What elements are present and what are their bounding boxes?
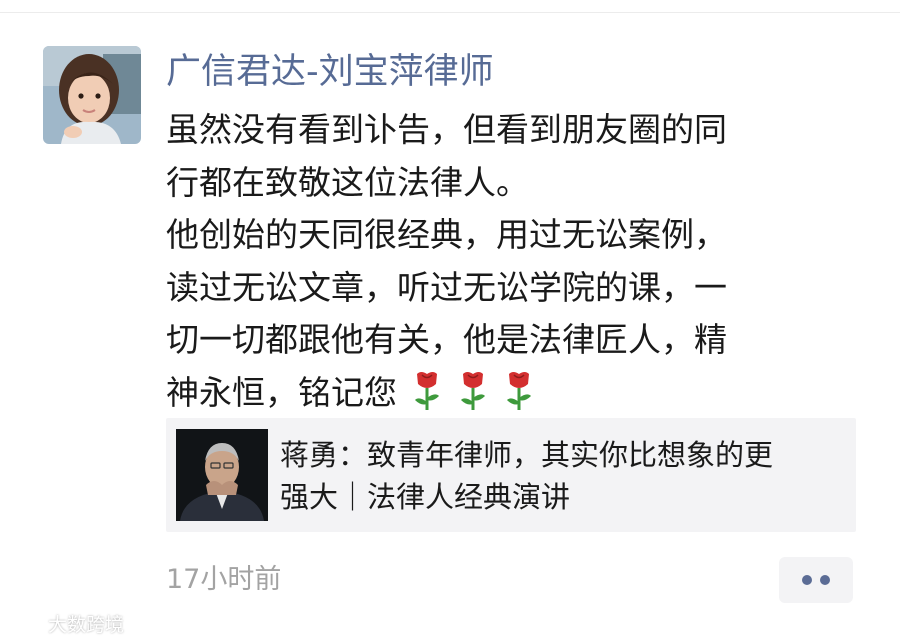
- shared-link-title-line: 强大｜法律人经典演讲: [280, 480, 571, 514]
- author-name[interactable]: 广信君达-刘宝萍律师: [166, 46, 494, 98]
- shared-link-title: 蒋勇：致青年律师，其实你比想象的更 强大｜法律人经典演讲: [280, 434, 850, 518]
- post-time: 17小时前: [166, 564, 282, 595]
- shared-link-title-line: 蒋勇：致青年律师，其实你比想象的更: [280, 438, 774, 472]
- shared-link-thumbnail: [176, 429, 268, 521]
- top-divider: [0, 12, 900, 13]
- post-line: 他创始的天同很经典，用过无讼案例，: [166, 215, 727, 254]
- shared-link-card[interactable]: 蒋勇：致青年律师，其实你比想象的更 强大｜法律人经典演讲: [166, 418, 856, 532]
- post-line: 神永恒，铭记您: [166, 372, 397, 412]
- watermark-text: 大数跨境: [48, 614, 125, 636]
- avatar-image: [43, 46, 141, 144]
- post-line: 读过无讼文章，听过无讼学院的课，一: [166, 267, 727, 307]
- dot-icon: [820, 575, 830, 585]
- post-text: 虽然没有看到讣告，但看到朋友圈的同 行都在致敬这位法律人。 他创始的天同很经典，…: [166, 104, 856, 419]
- dot-icon: [802, 575, 812, 585]
- rose-icon: [411, 368, 443, 412]
- post-line: 虽然没有看到讣告，但看到朋友圈的同: [166, 110, 727, 149]
- watermark: 大数跨境: [6, 612, 124, 638]
- post-last-line: 神永恒，铭记您: [166, 367, 856, 420]
- post-line: 切一切都跟他有关，他是法律匠人，精: [166, 320, 727, 359]
- rose-icon: [503, 368, 535, 412]
- watermark-logo-icon: [6, 612, 44, 639]
- rose-icon: [457, 368, 489, 412]
- post-line: 行都在致敬这位法律人。: [166, 162, 529, 202]
- avatar[interactable]: [43, 46, 141, 144]
- comment-like-button[interactable]: [779, 557, 853, 603]
